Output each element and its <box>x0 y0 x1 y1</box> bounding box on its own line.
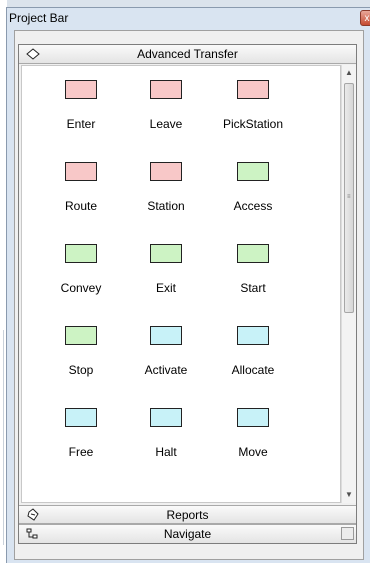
module-label: PickStation <box>222 117 284 131</box>
module-label: Access <box>233 199 273 213</box>
module-activate[interactable]: Activate <box>126 326 206 390</box>
module-shape-icon <box>65 162 97 181</box>
vertical-scrollbar[interactable]: ▲ ≡ ▼ <box>341 65 356 503</box>
module-shape-icon <box>150 326 182 345</box>
grip-icon: ≡ <box>347 194 351 200</box>
module-route[interactable]: Route <box>41 162 121 226</box>
module-label: Station <box>147 199 185 213</box>
module-shape-icon <box>237 244 269 263</box>
module-label: Convey <box>60 281 102 295</box>
project-bar-panel: Advanced Transfer Enter Leave PickStation R… <box>18 44 357 544</box>
module-shape-icon <box>150 162 182 181</box>
scroll-down-arrow-icon[interactable]: ▼ <box>342 487 356 503</box>
module-label: Leave <box>149 117 183 131</box>
module-shape-icon <box>65 244 97 263</box>
module-shape-icon <box>65 326 97 345</box>
module-move[interactable]: Move <box>213 408 293 472</box>
window-title: Project Bar <box>9 11 69 25</box>
module-start[interactable]: Start <box>213 244 293 308</box>
module-label: Exit <box>155 281 176 295</box>
module-shape-icon <box>150 244 182 263</box>
module-shape-icon <box>150 80 182 99</box>
module-shape-icon <box>237 408 269 427</box>
advanced-transfer-label: Advanced Transfer <box>137 47 238 61</box>
module-shape-icon <box>65 80 97 99</box>
navigate-label: Navigate <box>163 527 212 541</box>
module-shape-icon <box>237 80 269 99</box>
scroll-up-arrow-icon[interactable]: ▲ <box>342 65 356 81</box>
module-shape-icon <box>65 408 97 427</box>
module-stop[interactable]: Stop <box>41 326 121 390</box>
module-label: Halt <box>155 445 177 459</box>
module-enter[interactable]: Enter <box>41 80 121 144</box>
module-allocate[interactable]: Allocate <box>213 326 293 390</box>
module-halt[interactable]: Halt <box>126 408 206 472</box>
module-shape-icon <box>150 408 182 427</box>
module-convey[interactable]: Convey <box>41 244 121 308</box>
module-exit[interactable]: Exit <box>126 244 206 308</box>
module-free[interactable]: Free <box>41 408 121 472</box>
advanced-transfer-header[interactable]: Advanced Transfer <box>19 45 356 64</box>
module-shape-icon <box>237 162 269 181</box>
reports-label: Reports <box>166 508 209 522</box>
module-label: Free <box>68 445 94 459</box>
module-pickstation[interactable]: PickStation <box>213 80 293 144</box>
module-leave[interactable]: Leave <box>126 80 206 144</box>
module-label: Start <box>240 281 266 295</box>
module-label: Stop <box>68 363 94 377</box>
module-label: Activate <box>144 363 188 377</box>
module-shape-icon <box>237 326 269 345</box>
module-label: Enter <box>66 117 96 131</box>
resize-grip-icon[interactable] <box>341 527 354 540</box>
scroll-thumb[interactable]: ≡ <box>344 83 354 313</box>
navigate-header[interactable]: Navigate <box>19 524 356 543</box>
close-button[interactable]: x <box>360 10 370 26</box>
module-label: Move <box>238 445 268 459</box>
module-station[interactable]: Station <box>126 162 206 226</box>
reports-header[interactable]: Reports <box>19 505 356 524</box>
module-palette: Enter Leave PickStation Route Station Access C… <box>21 65 341 503</box>
module-label: Allocate <box>231 363 275 377</box>
module-access[interactable]: Access <box>213 162 293 226</box>
module-label: Route <box>64 199 98 213</box>
